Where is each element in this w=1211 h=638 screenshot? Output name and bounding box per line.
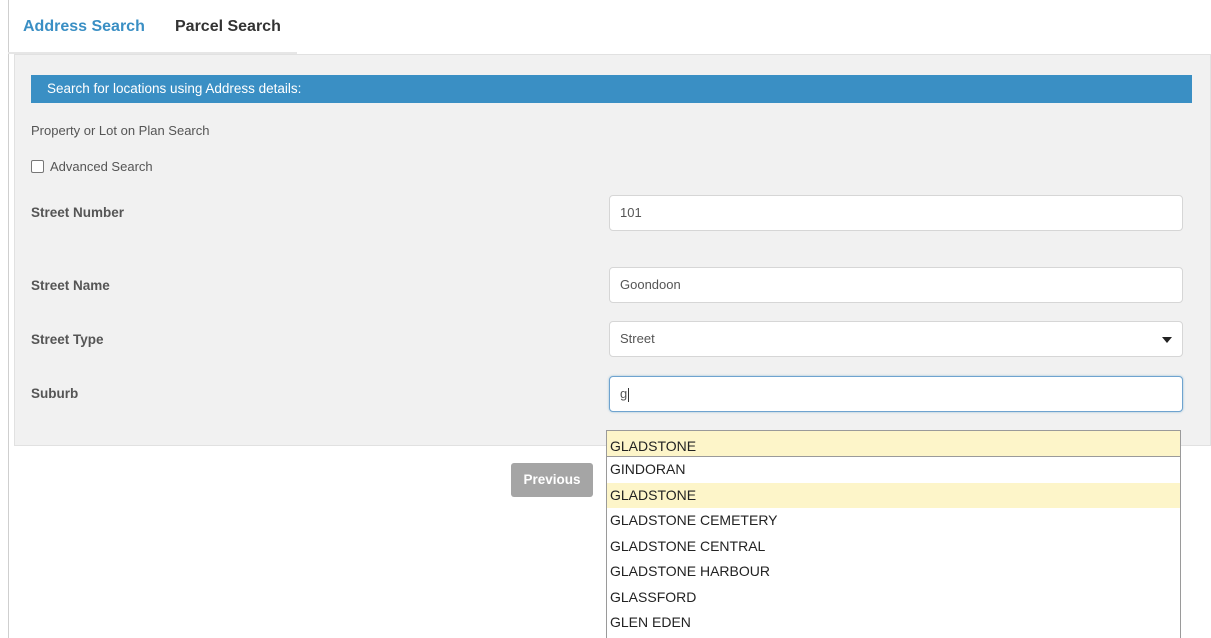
suggestion-item[interactable]: GLADSTONE [607, 482, 1180, 508]
street-type-label: Street Type [31, 332, 104, 347]
suggestion-item[interactable]: GLADSTONE [607, 431, 1180, 457]
street-type-value: Street [620, 331, 655, 346]
tab-address-search[interactable]: Address Search [23, 18, 145, 36]
suburb-input[interactable]: g [609, 376, 1183, 412]
search-tabs: Address Search Parcel Search [8, 12, 297, 54]
caret-down-icon [1162, 337, 1172, 343]
previous-button[interactable]: Previous [511, 463, 593, 497]
search-subtitle: Property or Lot on Plan Search [31, 123, 210, 138]
street-number-value: 101 [620, 205, 642, 220]
tab-parcel-search[interactable]: Parcel Search [175, 18, 281, 36]
advanced-search-label: Advanced Search [50, 159, 153, 174]
suggestion-item[interactable]: GLADSTONE HARBOUR [607, 559, 1180, 585]
street-number-input[interactable]: 101 [609, 195, 1183, 231]
street-name-value: Goondoon [620, 277, 681, 292]
street-number-label: Street Number [31, 205, 125, 220]
suggestion-item[interactable]: GINDORAN [607, 457, 1180, 483]
suburb-value: g [620, 386, 628, 401]
suburb-label: Suburb [31, 386, 79, 401]
address-search-panel: Search for locations using Address detai… [14, 54, 1211, 446]
suburb-suggestions: GLADSTONE GINDORAN GLADSTONE GLADSTONE C… [606, 430, 1181, 638]
suggestion-item[interactable]: GLEN EDEN [607, 610, 1180, 636]
suggestion-item[interactable]: GLASSFORD [607, 585, 1180, 611]
text-cursor [628, 387, 630, 402]
suggestion-item[interactable]: GLADSTONE CEMETERY [607, 508, 1180, 534]
street-name-input[interactable]: Goondoon [609, 267, 1183, 303]
street-name-label: Street Name [31, 278, 110, 293]
advanced-search-checkbox[interactable] [31, 160, 44, 173]
panel-header: Search for locations using Address detai… [31, 75, 1192, 103]
suggestion-item[interactable]: GLADSTONE CENTRAL [607, 534, 1180, 560]
advanced-search-toggle[interactable]: Advanced Search [31, 159, 153, 174]
street-type-select[interactable]: Street [609, 321, 1183, 357]
